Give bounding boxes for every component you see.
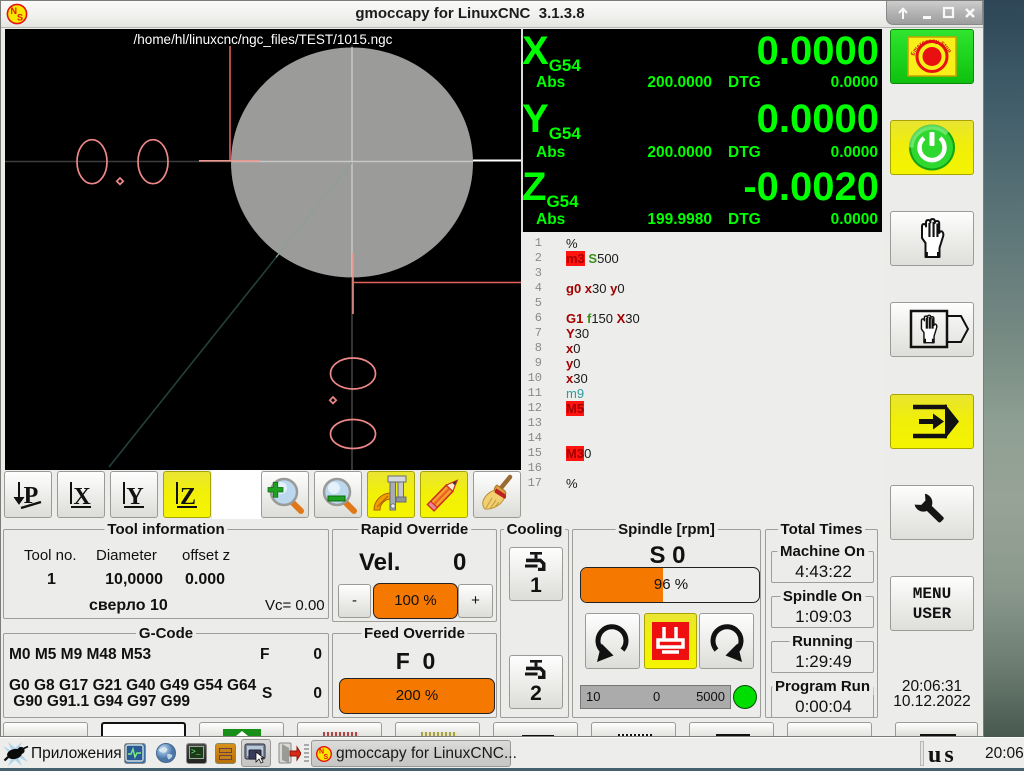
svg-text:S: S (17, 13, 23, 23)
svg-text:P: P (24, 483, 39, 509)
svg-text:S: S (324, 754, 329, 761)
svg-text:Y: Y (126, 484, 143, 510)
svg-text:Z: Z (180, 484, 196, 510)
svg-text:X: X (73, 484, 91, 510)
